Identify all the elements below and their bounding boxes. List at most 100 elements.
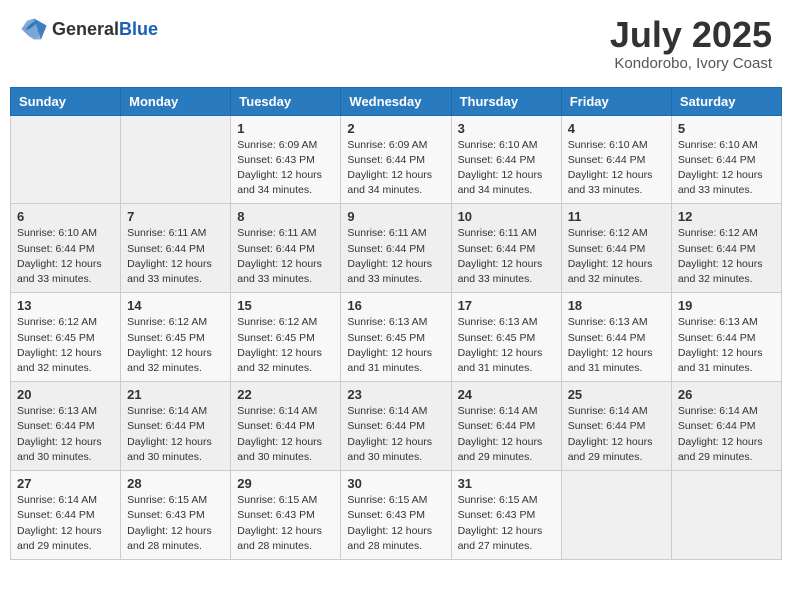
- day-number: 18: [568, 298, 665, 313]
- day-number: 7: [127, 209, 224, 224]
- day-info: Sunrise: 6:12 AM Sunset: 6:45 PM Dayligh…: [17, 315, 114, 376]
- calendar-cell: 28Sunrise: 6:15 AM Sunset: 6:43 PM Dayli…: [121, 471, 231, 560]
- day-number: 13: [17, 298, 114, 313]
- logo-text-general: General: [52, 19, 119, 39]
- calendar-cell: 1 Sunrise: 6:09 AM Sunset: 6:43 PM Daylig…: [231, 115, 341, 204]
- day-info: Sunrise: 6:14 AM Sunset: 6:44 PM Dayligh…: [237, 404, 334, 465]
- day-number: 8: [237, 209, 334, 224]
- day-info: Sunrise: 6:14 AM Sunset: 6:44 PM Dayligh…: [568, 404, 665, 465]
- day-info: Sunrise: 6:10 AM Sunset: 6:44 PM Dayligh…: [17, 226, 114, 287]
- day-number: 30: [347, 476, 444, 491]
- day-number: 24: [458, 387, 555, 402]
- calendar-week-row: 27Sunrise: 6:14 AM Sunset: 6:44 PM Dayli…: [11, 471, 782, 560]
- day-info: Sunrise: 6:14 AM Sunset: 6:44 PM Dayligh…: [458, 404, 555, 465]
- calendar-cell: 10 Sunrise: 6:11 AM Sunset: 6:44 PM Dayli…: [451, 204, 561, 293]
- calendar-cell: 31 Sunrise: 6:15 AM Sunset: 6:43 PM Dayli…: [451, 471, 561, 560]
- day-info: Sunrise: 6:14 AM Sunset: 6:44 PM Dayligh…: [127, 404, 224, 465]
- day-number: 20: [17, 387, 114, 402]
- day-number: 9: [347, 209, 444, 224]
- calendar-cell: 2 Sunrise: 6:09 AM Sunset: 6:44 PM Daylig…: [341, 115, 451, 204]
- day-number: 11: [568, 209, 665, 224]
- day-number: 25: [568, 387, 665, 402]
- calendar-cell: 18Sunrise: 6:13 AM Sunset: 6:44 PM Dayli…: [561, 293, 671, 382]
- weekday-header-monday: Monday: [121, 87, 231, 115]
- day-info: Sunrise: 6:10 AM Sunset: 6:44 PM Dayligh…: [678, 138, 775, 199]
- day-number: 6: [17, 209, 114, 224]
- day-info: Sunrise: 6:09 AM Sunset: 6:44 PM Dayligh…: [347, 138, 444, 199]
- calendar-cell: 15 Sunrise: 6:12 AM Sunset: 6:45 PM Dayli…: [231, 293, 341, 382]
- location-title: Kondorobo, Ivory Coast: [610, 55, 772, 72]
- day-number: 23: [347, 387, 444, 402]
- day-info: Sunrise: 6:14 AM Sunset: 6:44 PM Dayligh…: [678, 404, 775, 465]
- day-info: Sunrise: 6:14 AM Sunset: 6:44 PM Dayligh…: [17, 493, 114, 554]
- day-info: Sunrise: 6:10 AM Sunset: 6:44 PM Dayligh…: [458, 138, 555, 199]
- day-number: 10: [458, 209, 555, 224]
- day-info: Sunrise: 6:12 AM Sunset: 6:44 PM Dayligh…: [678, 226, 775, 287]
- weekday-header-sunday: Sunday: [11, 87, 121, 115]
- day-number: 16: [347, 298, 444, 313]
- calendar-cell: [11, 115, 121, 204]
- calendar-cell: [671, 471, 781, 560]
- calendar-week-row: 1 Sunrise: 6:09 AM Sunset: 6:43 PM Daylig…: [11, 115, 782, 204]
- day-number: 3: [458, 121, 555, 136]
- day-info: Sunrise: 6:09 AM Sunset: 6:43 PM Dayligh…: [237, 138, 334, 199]
- calendar-cell: 6 Sunrise: 6:10 AM Sunset: 6:44 PM Daylig…: [11, 204, 121, 293]
- day-number: 31: [458, 476, 555, 491]
- day-number: 14: [127, 298, 224, 313]
- weekday-header-friday: Friday: [561, 87, 671, 115]
- day-info: Sunrise: 6:13 AM Sunset: 6:44 PM Dayligh…: [678, 315, 775, 376]
- day-info: Sunrise: 6:14 AM Sunset: 6:44 PM Dayligh…: [347, 404, 444, 465]
- day-info: Sunrise: 6:12 AM Sunset: 6:45 PM Dayligh…: [237, 315, 334, 376]
- calendar-week-row: 13 Sunrise: 6:12 AM Sunset: 6:45 PM Dayli…: [11, 293, 782, 382]
- page-header: GeneralBlue July 2025 Kondorobo, Ivory C…: [10, 10, 782, 77]
- calendar-cell: 11Sunrise: 6:12 AM Sunset: 6:44 PM Dayli…: [561, 204, 671, 293]
- calendar-cell: 23 Sunrise: 6:14 AM Sunset: 6:44 PM Dayli…: [341, 382, 451, 471]
- calendar-cell: 17Sunrise: 6:13 AM Sunset: 6:45 PM Dayli…: [451, 293, 561, 382]
- calendar-week-row: 20 Sunrise: 6:13 AM Sunset: 6:44 PM Dayli…: [11, 382, 782, 471]
- day-info: Sunrise: 6:11 AM Sunset: 6:44 PM Dayligh…: [347, 226, 444, 287]
- calendar-cell: 19 Sunrise: 6:13 AM Sunset: 6:44 PM Dayli…: [671, 293, 781, 382]
- calendar-cell: 21Sunrise: 6:14 AM Sunset: 6:44 PM Dayli…: [121, 382, 231, 471]
- month-title: July 2025: [610, 15, 772, 55]
- day-info: Sunrise: 6:15 AM Sunset: 6:43 PM Dayligh…: [347, 493, 444, 554]
- weekday-header-tuesday: Tuesday: [231, 87, 341, 115]
- logo-icon: [20, 15, 48, 43]
- calendar-cell: 4Sunrise: 6:10 AM Sunset: 6:44 PM Daylig…: [561, 115, 671, 204]
- day-number: 26: [678, 387, 775, 402]
- day-info: Sunrise: 6:15 AM Sunset: 6:43 PM Dayligh…: [458, 493, 555, 554]
- day-number: 1: [237, 121, 334, 136]
- day-info: Sunrise: 6:15 AM Sunset: 6:43 PM Dayligh…: [237, 493, 334, 554]
- calendar-table: SundayMondayTuesdayWednesdayThursdayFrid…: [10, 87, 782, 560]
- weekday-header-saturday: Saturday: [671, 87, 781, 115]
- day-number: 15: [237, 298, 334, 313]
- calendar-cell: 29 Sunrise: 6:15 AM Sunset: 6:43 PM Dayli…: [231, 471, 341, 560]
- calendar-cell: [561, 471, 671, 560]
- day-number: 19: [678, 298, 775, 313]
- calendar-cell: 12Sunrise: 6:12 AM Sunset: 6:44 PM Dayli…: [671, 204, 781, 293]
- calendar-cell: 7 Sunrise: 6:11 AM Sunset: 6:44 PM Daylig…: [121, 204, 231, 293]
- calendar-cell: 14Sunrise: 6:12 AM Sunset: 6:45 PM Dayli…: [121, 293, 231, 382]
- calendar-cell: 9 Sunrise: 6:11 AM Sunset: 6:44 PM Daylig…: [341, 204, 451, 293]
- calendar-cell: 5 Sunrise: 6:10 AM Sunset: 6:44 PM Daylig…: [671, 115, 781, 204]
- calendar-cell: 30 Sunrise: 6:15 AM Sunset: 6:43 PM Dayli…: [341, 471, 451, 560]
- day-info: Sunrise: 6:10 AM Sunset: 6:44 PM Dayligh…: [568, 138, 665, 199]
- weekday-header-row: SundayMondayTuesdayWednesdayThursdayFrid…: [11, 87, 782, 115]
- day-number: 22: [237, 387, 334, 402]
- logo-text-blue: Blue: [119, 19, 158, 39]
- calendar-cell: 3 Sunrise: 6:10 AM Sunset: 6:44 PM Daylig…: [451, 115, 561, 204]
- weekday-header-thursday: Thursday: [451, 87, 561, 115]
- calendar-week-row: 6 Sunrise: 6:10 AM Sunset: 6:44 PM Daylig…: [11, 204, 782, 293]
- day-info: Sunrise: 6:11 AM Sunset: 6:44 PM Dayligh…: [127, 226, 224, 287]
- calendar-cell: 20 Sunrise: 6:13 AM Sunset: 6:44 PM Dayli…: [11, 382, 121, 471]
- day-info: Sunrise: 6:13 AM Sunset: 6:44 PM Dayligh…: [17, 404, 114, 465]
- day-number: 5: [678, 121, 775, 136]
- day-info: Sunrise: 6:11 AM Sunset: 6:44 PM Dayligh…: [458, 226, 555, 287]
- calendar-cell: 24 Sunrise: 6:14 AM Sunset: 6:44 PM Dayli…: [451, 382, 561, 471]
- calendar-cell: 8Sunrise: 6:11 AM Sunset: 6:44 PM Daylig…: [231, 204, 341, 293]
- calendar-cell: 26 Sunrise: 6:14 AM Sunset: 6:44 PM Dayli…: [671, 382, 781, 471]
- day-number: 29: [237, 476, 334, 491]
- day-number: 2: [347, 121, 444, 136]
- day-number: 28: [127, 476, 224, 491]
- calendar-cell: [121, 115, 231, 204]
- day-number: 17: [458, 298, 555, 313]
